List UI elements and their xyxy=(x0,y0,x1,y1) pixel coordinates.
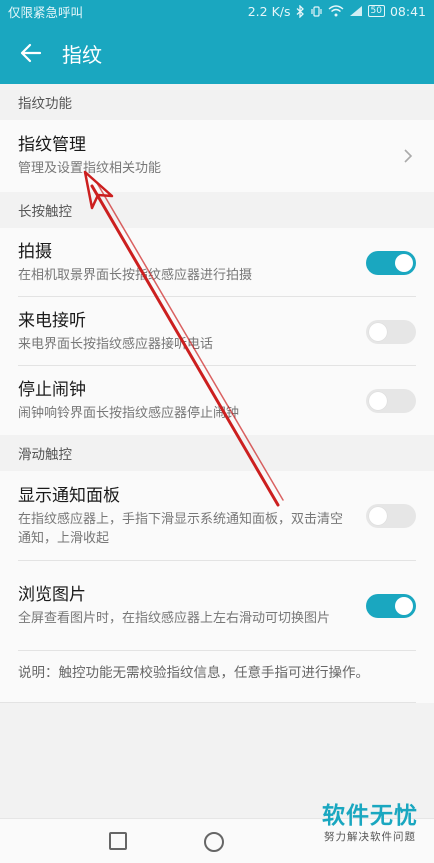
page-title: 指纹 xyxy=(62,42,102,67)
divider xyxy=(18,650,416,651)
item-title: 来电接听 xyxy=(18,310,86,331)
item-subtitle: 闹钟响铃界面长按指纹感应器停止闹钟 xyxy=(18,405,240,421)
wifi-icon xyxy=(328,5,343,17)
item-subtitle: 来电界面长按指纹感应器接听电话 xyxy=(18,336,214,352)
network-speed: 2.2 K/s xyxy=(247,3,291,19)
section-header-long-press: 长按触控 xyxy=(0,192,434,228)
item-text: 拍摄 在相机取景界面长按指纹感应器进行拍摄 xyxy=(18,241,366,285)
toggle-knob xyxy=(395,597,413,615)
section-header-fingerprint-function: 指纹功能 xyxy=(0,84,434,120)
status-bar: 仅限紧急呼叫 2.2 K/s 50 08:41 xyxy=(0,0,434,22)
stop-alarm-item: 停止闹钟 闹钟响铃界面长按指纹感应器停止闹钟 xyxy=(0,366,434,435)
bluetooth-icon xyxy=(296,4,304,18)
item-text: 显示通知面板 在指纹感应器上，手指下滑显示系统通知面板，双击清空通知，上滑收起 xyxy=(18,485,366,548)
item-subtitle: 在指纹感应器上，手指下滑显示系统通知面板，双击清空通知，上滑收起 xyxy=(18,511,344,546)
toggle-knob xyxy=(395,253,413,272)
item-subtitle: 全屏查看图片时，在指纹感应器上左右滑动可切换图片 xyxy=(18,611,331,626)
photo-capture-item: 拍摄 在相机取景界面长按指纹感应器进行拍摄 xyxy=(0,228,434,297)
toggle-knob xyxy=(369,391,387,410)
watermark-title: 软件无忧 xyxy=(322,803,418,829)
back-button[interactable] xyxy=(0,22,62,84)
browse-photos-item: 浏览图片 全屏查看图片时，在指纹感应器上左右滑动可切换图片 xyxy=(0,561,434,651)
item-title: 指纹管理 xyxy=(18,135,86,155)
note-text: 说明：触控功能无需校验指纹信息，任意手指可进行操作。 xyxy=(0,651,416,703)
answer-call-toggle[interactable] xyxy=(366,319,416,344)
signal-icon xyxy=(349,6,362,16)
item-text: 浏览图片 全屏查看图片时，在指纹感应器上左右滑动可切换图片 xyxy=(18,584,366,628)
battery-indicator: 50 xyxy=(367,5,385,17)
item-text: 停止闹钟 闹钟响铃界面长按指纹感应器停止闹钟 xyxy=(18,379,366,423)
notification-panel-toggle[interactable] xyxy=(366,504,416,528)
browse-photos-toggle[interactable] xyxy=(366,594,416,618)
arrow-left-icon xyxy=(20,43,42,63)
status-right-group: 2.2 K/s 50 08:41 xyxy=(248,4,426,19)
item-subtitle: 管理及设置指纹相关功能 xyxy=(18,161,162,176)
item-text: 来电接听 来电界面长按指纹感应器接听电话 xyxy=(18,310,366,354)
item-subtitle: 在相机取景界面长按指纹感应器进行拍摄 xyxy=(18,267,253,283)
toggle-knob xyxy=(369,507,387,525)
notification-panel-item: 显示通知面板 在指纹感应器上，手指下滑显示系统通知面板，双击清空通知，上滑收起 xyxy=(0,471,434,561)
watermark: 软件无忧 努力解决软件问题 xyxy=(308,802,432,844)
status-time: 08:41 xyxy=(389,3,426,19)
item-title: 拍摄 xyxy=(18,241,52,262)
section-fingerprint-function: 指纹管理 管理及设置指纹相关功能 xyxy=(0,120,434,192)
photo-capture-toggle[interactable] xyxy=(366,250,416,275)
item-title: 显示通知面板 xyxy=(18,485,120,506)
stop-alarm-toggle[interactable] xyxy=(366,388,416,413)
home-icon[interactable] xyxy=(204,832,224,852)
section-long-press: 拍摄 在相机取景界面长按指纹感应器进行拍摄 来电接听 来电界面长按指纹感应器接听… xyxy=(0,228,434,435)
chevron-right-icon xyxy=(400,148,416,164)
fingerprint-management-item[interactable]: 指纹管理 管理及设置指纹相关功能 xyxy=(0,120,434,192)
app-bar: 指纹 xyxy=(0,22,434,84)
section-header-swipe: 滑动触控 xyxy=(0,435,434,471)
vibrate-icon xyxy=(310,5,322,17)
item-text: 指纹管理 管理及设置指纹相关功能 xyxy=(18,134,400,178)
answer-call-item: 来电接听 来电界面长按指纹感应器接听电话 xyxy=(0,297,434,366)
toggle-knob xyxy=(369,322,387,341)
watermark-subtitle: 努力解决软件问题 xyxy=(324,831,416,843)
section-swipe: 显示通知面板 在指纹感应器上，手指下滑显示系统通知面板，双击清空通知，上滑收起 … xyxy=(0,471,434,703)
item-title: 停止闹钟 xyxy=(18,379,86,400)
status-carrier-text: 仅限紧急呼叫 xyxy=(8,4,84,20)
recent-apps-icon[interactable] xyxy=(109,832,127,850)
settings-list: 指纹功能 指纹管理 管理及设置指纹相关功能 长按触控 拍摄 在相机取景界面长按指… xyxy=(0,84,434,703)
item-title: 浏览图片 xyxy=(18,585,86,605)
